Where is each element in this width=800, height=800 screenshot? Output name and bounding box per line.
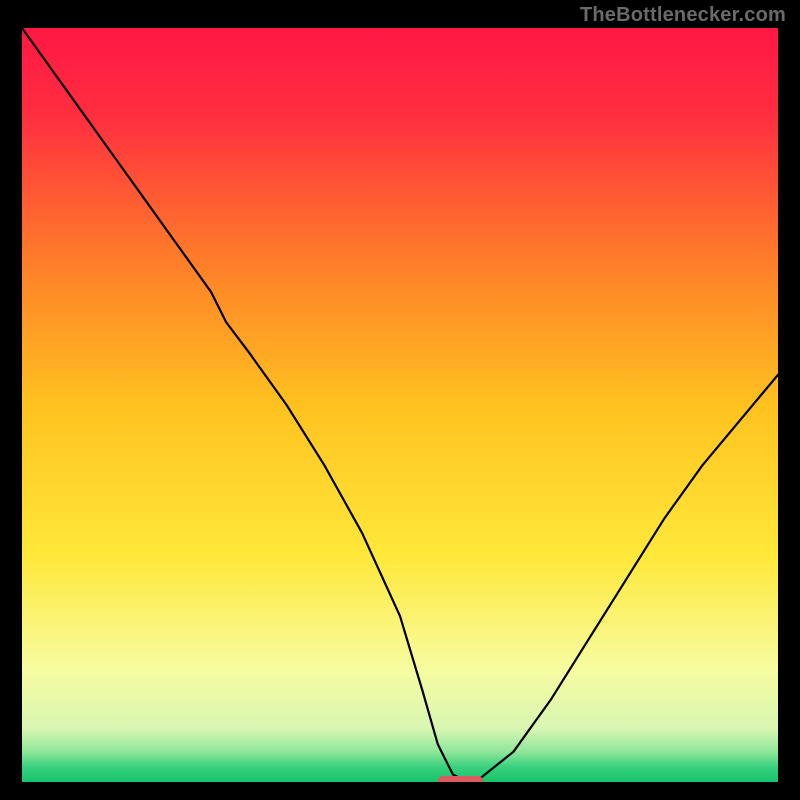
plot-area (22, 28, 778, 782)
chart-frame: TheBottlenecker.com (0, 0, 800, 800)
background-gradient (22, 28, 778, 782)
chart-svg (22, 28, 778, 782)
optimal-marker (438, 776, 483, 782)
watermark-text: TheBottlenecker.com (580, 4, 786, 27)
